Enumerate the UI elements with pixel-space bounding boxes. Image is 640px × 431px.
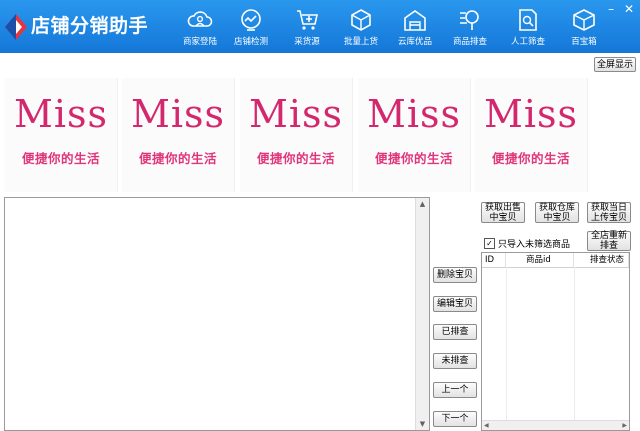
banner-slogan: 便捷你的生活	[138, 151, 217, 166]
column-header-id[interactable]: ID	[482, 253, 506, 267]
nav-source-goods[interactable]: 采货源	[283, 2, 331, 50]
banner-row: Miss 便捷你的生活 Miss 便捷你的生活 Miss 便捷你的生活 Miss…	[0, 78, 590, 192]
column-header-product-id[interactable]: 商品id	[506, 253, 574, 267]
scroll-down-icon[interactable]: ▼	[416, 420, 429, 428]
nav-label: 百宝箱	[571, 37, 597, 47]
delete-item-button[interactable]: 删除宝贝	[433, 267, 477, 283]
column-divider	[574, 267, 575, 420]
banner-brand: Miss	[366, 92, 462, 136]
nav-label: 采货源	[294, 37, 320, 47]
banner-slogan: 便捷你的生活	[374, 151, 453, 166]
banner-ad[interactable]: Miss 便捷你的生活	[122, 78, 235, 192]
banner-ad[interactable]: Miss 便捷你的生活	[5, 78, 118, 192]
window-controls: – ✕	[604, 2, 636, 16]
monitor-chart-icon	[241, 9, 261, 31]
close-button[interactable]: ✕	[622, 2, 636, 16]
box-icon	[573, 9, 595, 31]
scroll-up-icon[interactable]: ▲	[416, 200, 429, 208]
fullscreen-button[interactable]: 全屏显示	[594, 57, 636, 72]
banner-brand: Miss	[248, 92, 344, 136]
checkbox-label: 只导入未筛选商品	[498, 240, 571, 250]
scroll-right-icon[interactable]: ▶	[622, 421, 627, 430]
next-button[interactable]: 下一个	[433, 411, 477, 427]
nav-label: 人工筛查	[510, 37, 545, 47]
unchecked-filter-button[interactable]: 未排查	[433, 353, 477, 369]
vertical-scrollbar[interactable]: ▲ ▼	[415, 198, 429, 430]
nav-cloud-goods[interactable]: 云库优品	[391, 2, 439, 50]
banner-slogan: 便捷你的生活	[491, 151, 570, 166]
checked-filter-button[interactable]: 已排查	[433, 324, 477, 340]
result-table[interactable]: ID 商品id 排查状态 ◀ ▶	[481, 252, 630, 431]
nav-batch-upload[interactable]: 批量上货	[337, 2, 385, 50]
nav-label: 云库优品	[397, 37, 432, 47]
fetch-today-button[interactable]: 获取当日 上传宝贝	[587, 202, 631, 223]
banner-slogan: 便捷你的生活	[21, 151, 100, 166]
rescan-shop-button[interactable]: 全店重新 排查	[587, 231, 631, 251]
title-bar: 店铺分销助手 商家登陆 店铺检测 采货源 批量上货 云库优品 商品排查 人工筛查…	[0, 0, 640, 53]
main-text-area[interactable]: ▲ ▼	[4, 197, 430, 431]
nav-merchant-login[interactable]: 商家登陆	[176, 2, 224, 50]
warehouse-icon	[404, 10, 426, 31]
checkbox-check-icon[interactable]: ✓	[484, 238, 495, 249]
column-header-status[interactable]: 排查状态	[574, 253, 629, 267]
document-search-icon	[519, 9, 537, 31]
column-divider	[506, 267, 507, 420]
nav-toolbox[interactable]: 百宝箱	[560, 2, 608, 50]
banner-ad[interactable]: Miss 便捷你的生活	[475, 78, 588, 192]
nav-product-check[interactable]: 商品排查	[446, 2, 494, 50]
nav-label: 商家登陆	[182, 37, 217, 47]
cart-plus-icon	[297, 10, 318, 30]
cloud-user-icon	[187, 11, 213, 27]
previous-button[interactable]: 上一个	[433, 382, 477, 398]
magnifier-list-icon	[460, 10, 479, 30]
scroll-left-icon[interactable]: ◀	[484, 421, 489, 430]
banner-slogan: 便捷你的生活	[256, 151, 335, 166]
nav-shop-check[interactable]: 店铺检测	[227, 2, 275, 50]
nav-label: 店铺检测	[233, 37, 268, 47]
cube-upload-icon	[351, 9, 371, 31]
app-title: 店铺分销助手	[31, 15, 149, 37]
fetch-on-sale-button[interactable]: 获取出售 中宝贝	[481, 202, 525, 223]
app-logo-icon	[5, 14, 27, 40]
nav-label: 批量上货	[343, 37, 378, 47]
import-unfiltered-checkbox[interactable]: ✓ 只导入未筛选商品	[484, 237, 570, 250]
edit-item-button[interactable]: 编辑宝贝	[433, 296, 477, 312]
banner-ad[interactable]: Miss 便捷你的生活	[240, 78, 353, 192]
banner-brand: Miss	[13, 92, 109, 136]
banner-brand: Miss	[483, 92, 579, 136]
banner-ad[interactable]: Miss 便捷你的生活	[358, 78, 471, 192]
nav-label: 商品排查	[452, 37, 487, 47]
table-header: ID 商品id 排查状态	[482, 253, 629, 268]
minimize-button[interactable]: –	[604, 2, 618, 16]
fetch-warehouse-button[interactable]: 获取仓库 中宝贝	[535, 202, 579, 223]
banner-brand: Miss	[130, 92, 226, 136]
horizontal-scrollbar[interactable]: ◀ ▶	[482, 420, 629, 430]
nav-manual-check[interactable]: 人工筛查	[504, 2, 552, 50]
